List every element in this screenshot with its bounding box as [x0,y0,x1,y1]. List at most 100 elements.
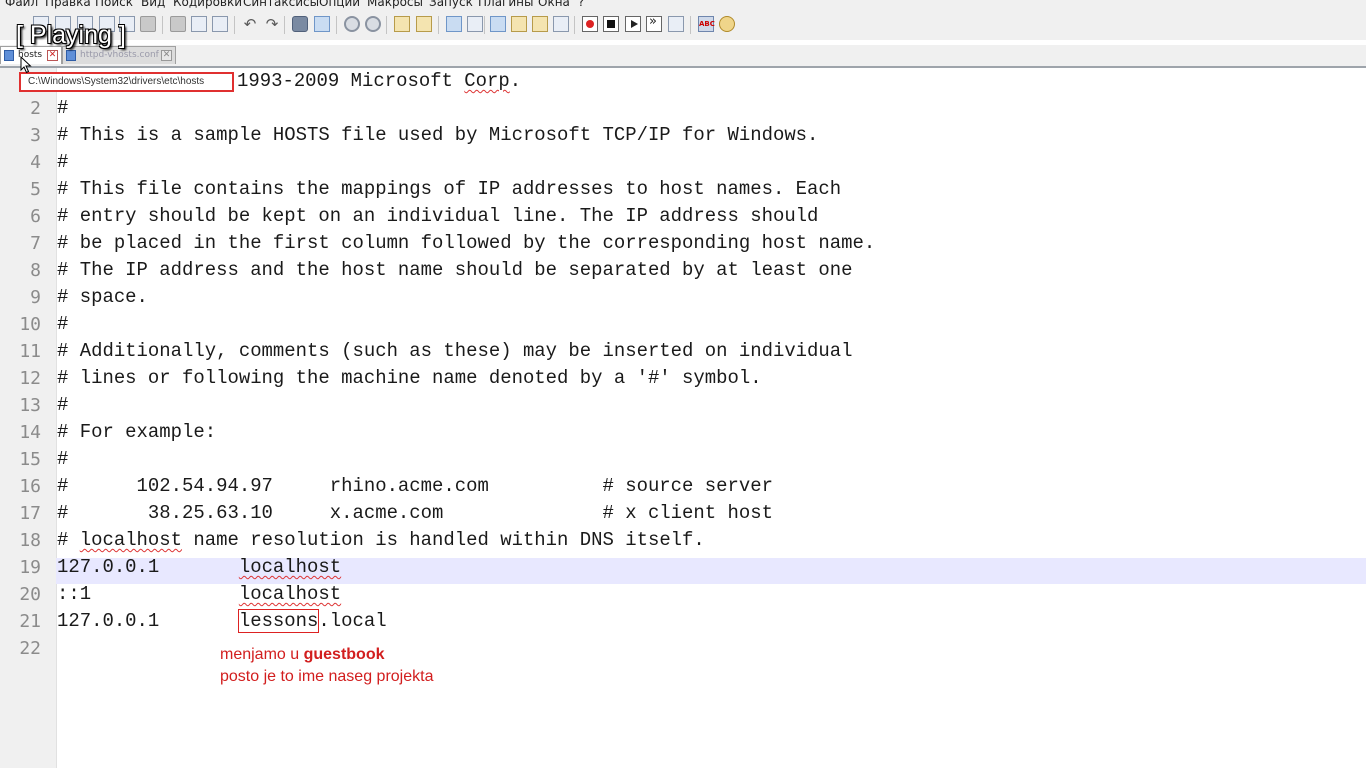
line-number: 3 [30,125,41,146]
mouse-cursor-icon [20,55,32,78]
line-number: 14 [19,422,41,443]
record-macro-icon[interactable] [582,16,598,32]
file-icon [66,50,76,61]
annotation-text: menjamo u [220,646,304,663]
code-line: 21 127.0.0.1 lessons.local [0,608,1366,635]
line-text: # This file contains the mappings of IP … [57,178,842,200]
menu-windows[interactable]: Окна [538,0,570,9]
line-text: # For example: [57,421,217,443]
print-icon[interactable] [140,16,156,32]
close-tab-icon[interactable]: ✕ [161,50,172,61]
save-macro-icon[interactable] [668,16,684,32]
word-wrap-icon[interactable] [446,16,462,32]
menu-view[interactable]: Вид [141,0,165,9]
line-text: # [57,151,69,173]
line-text: 1993-2009 Microsoft Corp. [237,70,522,92]
plugin-icon[interactable] [719,16,735,32]
line-text: 127.0.0.1 localhost [57,556,342,578]
line-text: # [57,313,69,335]
line-number: 19 [19,557,41,578]
code-line: 10 # [0,311,1366,338]
undo-icon[interactable]: ↶ [242,16,258,32]
redo-icon[interactable]: ↷ [264,16,280,32]
replace-icon[interactable] [314,16,330,32]
line-text: ::1 localhost [57,583,342,605]
line-text: # localhost name resolution is handled w… [57,529,705,551]
doc-map-icon[interactable] [532,16,548,32]
cut-icon[interactable] [170,16,186,32]
toolbar: ↶ ↷ [0,10,1366,40]
line-text: # Additionally, comments (such as these)… [57,340,853,362]
run-macro-multiple-icon[interactable] [646,14,662,32]
menu-run[interactable]: Запуск [429,0,473,9]
code-line: 20 ::1 localhost [0,581,1366,608]
code-line: 16 # 102.54.94.97 rhino.acme.com # sourc… [0,473,1366,500]
code-line: 2 # [0,95,1366,122]
editor-area[interactable]: 1 1993-2009 Microsoft Corp. 2 # 3 # This… [0,68,1366,768]
copy-icon[interactable] [191,16,207,32]
line-number: 22 [19,638,41,659]
line-number: 7 [30,233,41,254]
code-line: 11 # Additionally, comments (such as the… [0,338,1366,365]
code-line: 13 # [0,392,1366,419]
menu-plugins[interactable]: Плагины [478,0,533,9]
tab-label: httpd-vhosts.conf [80,50,159,60]
line-number: 16 [19,476,41,497]
code-line: 15 # [0,446,1366,473]
sync-horizontal-icon[interactable] [416,16,432,32]
spell-check-icon[interactable] [698,16,714,32]
annotation-line-2: posto je to ime naseg projekta [220,668,434,685]
play-macro-icon[interactable] [625,16,641,32]
line-number: 17 [19,503,41,524]
code-line: 18 # localhost name resolution is handle… [0,527,1366,554]
line-text: 127.0.0.1 lessons.local [57,609,387,633]
menu-help[interactable]: ? [578,0,584,9]
paste-icon[interactable] [212,16,228,32]
line-text: # [57,394,69,416]
menu-options[interactable]: Опции [319,0,360,9]
sync-vertical-icon[interactable] [394,16,410,32]
menu-edit[interactable]: Правка [45,0,91,9]
line-number: 15 [19,449,41,470]
zoom-in-icon[interactable] [344,16,360,32]
line-text: # entry should be kept on an individual … [57,205,819,227]
line-number: 18 [19,530,41,551]
stop-macro-icon[interactable] [603,16,619,32]
highlighted-hostname: lessons [237,609,320,633]
line-text: # This is a sample HOSTS file used by Mi… [57,124,819,146]
code-line: 3 # This is a sample HOSTS file used by … [0,122,1366,149]
code-line: 9 # space. [0,284,1366,311]
indent-guide-icon[interactable] [490,16,506,32]
line-number: 11 [19,341,41,362]
zoom-out-icon[interactable] [365,16,381,32]
close-tab-icon[interactable]: ✕ [47,50,58,61]
menu-macros[interactable]: Макросы [367,0,423,9]
user-language-icon[interactable] [511,16,527,32]
show-all-chars-icon[interactable] [467,16,483,32]
line-number: 20 [19,584,41,605]
file-path-tooltip: C:\Windows\System32\drivers\etc\hosts [19,72,234,92]
menu-encoding[interactable]: Кодировки [173,0,242,9]
tab-bar: hosts ✕ httpd-vhosts.conf ✕ [0,45,1366,68]
annotation-line-1: menjamo u guestbook [220,646,384,664]
menu-file[interactable]: Файл [5,0,38,9]
line-text: # 102.54.94.97 rhino.acme.com # source s… [57,475,773,497]
line-number: 2 [30,98,41,119]
line-number: 8 [30,260,41,281]
line-text: # [57,97,69,119]
code-line: 5 # This file contains the mappings of I… [0,176,1366,203]
line-number: 9 [30,287,41,308]
line-text: # lines or following the machine name de… [57,367,762,389]
line-number: 10 [19,314,41,335]
code-line: 14 # For example: [0,419,1366,446]
menu-syntax[interactable]: Синтаксисы [243,0,319,9]
function-list-icon[interactable] [553,16,569,32]
line-number: 5 [30,179,41,200]
file-icon [4,50,14,61]
find-icon[interactable] [292,16,308,32]
code-line: 8 # The IP address and the host name sho… [0,257,1366,284]
code-line: 17 # 38.25.63.10 x.acme.com # x client h… [0,500,1366,527]
code-line: 6 # entry should be kept on an individua… [0,203,1366,230]
line-number: 4 [30,152,41,173]
menu-search[interactable]: Поиск [95,0,133,9]
